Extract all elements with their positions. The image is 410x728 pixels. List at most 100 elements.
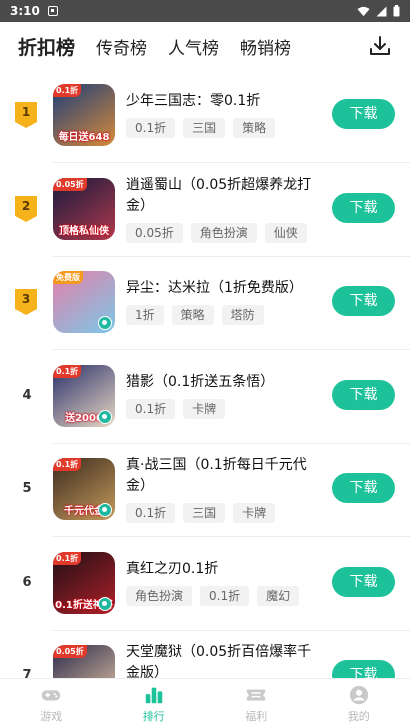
rank-number: 3 <box>21 292 31 306</box>
game-tags: 1折 策略 塔防 <box>126 305 264 325</box>
game-tag: 塔防 <box>221 305 264 325</box>
game-tag: 魔幻 <box>257 586 300 606</box>
game-tags: 角色扮演 0.1折 魔幻 <box>126 586 300 606</box>
game-tags: 0.1折 三国 策略 <box>126 118 276 138</box>
signal-icon <box>376 6 387 16</box>
ticket-icon <box>247 689 266 700</box>
game-icon[interactable]: 0.1折 送2000 <box>53 365 115 427</box>
game-ranking-list: 1 0.1折 每日送648 少年三国志：零0.1折 0.1折 三国 策略 下载 2 0.05折 顶格… <box>0 70 410 678</box>
user-icon <box>349 685 368 704</box>
nav-mine-label: 我的 <box>347 709 370 723</box>
verified-badge-icon <box>98 410 112 424</box>
rank-medal-icon: 2 <box>15 196 37 222</box>
game-tags: 0.1折 卡牌 <box>126 399 226 419</box>
rank-number: 6 <box>22 575 32 590</box>
ranking-tabs: 折扣榜 传奇榜 人气榜 畅销榜 <box>0 22 410 70</box>
game-tags: 0.05折 角色扮演 仙侠 <box>126 223 307 243</box>
icon-caption: 每日送648 <box>58 132 110 143</box>
row-divider <box>53 162 410 163</box>
tab-popular[interactable]: 人气榜 <box>168 34 219 59</box>
nav-welfare[interactable]: 福利 <box>205 679 308 728</box>
tab-discount[interactable]: 折扣榜 <box>18 33 76 60</box>
verified-badge-icon <box>98 503 112 517</box>
bottom-navigation: 游戏 排行 福利 我的 <box>0 678 410 728</box>
game-tag: 角色扮演 <box>126 586 193 606</box>
game-tag: 三国 <box>183 503 226 523</box>
nav-games-label: 游戏 <box>40 709 63 723</box>
game-title: 猎影（0.1折送五条悟） <box>126 374 275 390</box>
download-button[interactable]: 下载 <box>332 380 395 410</box>
rank-number: 2 <box>21 199 31 213</box>
row-divider <box>53 349 410 350</box>
game-tag: 1折 <box>126 305 164 325</box>
nav-ranking[interactable]: 排行 <box>103 679 206 728</box>
rank-number: 4 <box>22 388 32 403</box>
tab-bestseller[interactable]: 畅销榜 <box>240 34 291 59</box>
game-tag: 0.1折 <box>126 503 176 523</box>
game-tag: 卡牌 <box>183 399 226 419</box>
game-tag: 三国 <box>183 118 226 138</box>
discount-corner-badge: 0.1折 <box>53 365 82 378</box>
game-title: 异尘：达米拉（1折免费版） <box>126 280 303 296</box>
download-button[interactable]: 下载 <box>332 193 395 223</box>
game-icon[interactable]: 0.1折每日送648 <box>53 84 115 146</box>
game-tag: 0.05折 <box>126 223 183 243</box>
gamepad-icon <box>42 689 61 700</box>
discount-corner-badge: 0.05折 <box>53 178 87 191</box>
wifi-icon <box>357 6 370 16</box>
row-divider <box>53 536 410 537</box>
rank-number: 1 <box>21 105 31 119</box>
game-title: 真红之刃0.1折 <box>126 561 219 577</box>
download-button[interactable]: 下载 <box>332 567 395 597</box>
download-button[interactable]: 下载 <box>332 660 395 678</box>
discount-corner-badge: 0.1折 <box>53 458 82 471</box>
game-icon[interactable]: 0.1折 千元代金 <box>53 458 115 520</box>
game-tag: 策略 <box>171 305 214 325</box>
game-tag: 卡牌 <box>233 503 276 523</box>
discount-corner-badge: 0.05折 <box>53 645 87 658</box>
tab-legend[interactable]: 传奇榜 <box>96 34 147 59</box>
game-list-item[interactable]: 6 0.1折 0.1折送神将 真红之刃0.1折 角色扮演 0.1折 魔幻 下载 <box>0 538 410 630</box>
nav-mine[interactable]: 我的 <box>308 679 410 728</box>
download-button[interactable]: 下载 <box>332 286 395 316</box>
rank-number: 7 <box>22 668 32 678</box>
game-tag: 仙侠 <box>264 223 307 243</box>
nav-games[interactable]: 游戏 <box>0 679 103 728</box>
discount-corner-badge: 0.1折 <box>53 84 82 97</box>
download-button[interactable]: 下载 <box>332 99 395 129</box>
download-button[interactable]: 下载 <box>332 473 395 503</box>
download-manager-icon[interactable] <box>368 34 392 58</box>
game-title: 逍遥蜀山（0.05折超爆养龙打金） <box>126 177 312 214</box>
game-list-item[interactable]: 1 0.1折每日送648 少年三国志：零0.1折 0.1折 三国 策略 下载 <box>0 70 410 162</box>
game-title: 少年三国志：零0.1折 <box>126 93 261 109</box>
game-tag: 角色扮演 <box>190 223 257 243</box>
icon-caption: 顶格私仙侠 <box>59 226 109 237</box>
game-title: 天堂魔狱（0.05折百倍爆率千金版） <box>126 644 312 678</box>
game-icon[interactable]: 0.05折 <box>53 645 115 678</box>
game-icon[interactable]: 0.1折 0.1折送神将 <box>53 552 115 614</box>
game-icon[interactable]: 免费版 <box>53 271 115 333</box>
game-list-item[interactable]: 7 0.05折 天堂魔狱（0.05折百倍爆率千金版） 下载 <box>0 631 410 678</box>
game-list-item[interactable]: 4 0.1折 送2000 猎影（0.1折送五条悟） 0.1折 卡牌 下载 <box>0 351 410 443</box>
game-tag: 0.1折 <box>200 586 250 606</box>
verified-badge-icon <box>98 316 112 330</box>
status-bar: 3:10 <box>0 0 410 22</box>
game-tag: 0.1折 <box>126 399 176 419</box>
game-tag: 0.1折 <box>126 118 176 138</box>
game-list-item[interactable]: 2 0.05折 顶格私仙侠 逍遥蜀山（0.05折超爆养龙打金） 0.05折 角色扮演 仙侠下… <box>0 164 410 256</box>
battery-icon <box>393 5 400 17</box>
game-tags: 0.1折 三国 卡牌 <box>126 503 276 523</box>
status-time: 3:10 <box>10 4 40 18</box>
discount-corner-badge: 0.1折 <box>53 552 82 565</box>
rank-medal-icon: 1 <box>15 102 37 128</box>
game-title: 真·战三国（0.1折每日千元代金） <box>126 457 307 494</box>
game-list-item[interactable]: 3 免费版异尘：达米拉（1折免费版） 1折 策略 塔防 下载 <box>0 257 410 349</box>
verified-badge-icon <box>98 597 112 611</box>
rank-number: 5 <box>22 481 32 496</box>
status-icons <box>357 5 400 17</box>
notification-icon <box>47 6 58 16</box>
discount-corner-badge: 免费版 <box>53 271 83 284</box>
nav-welfare-label: 福利 <box>245 709 268 723</box>
game-icon[interactable]: 0.05折顶格私仙侠 <box>53 178 115 240</box>
game-list-item[interactable]: 5 0.1折 千元代金 真·战三国（0.1折每日千元代金） 0.1折 三国 卡牌 下载 <box>0 444 410 536</box>
